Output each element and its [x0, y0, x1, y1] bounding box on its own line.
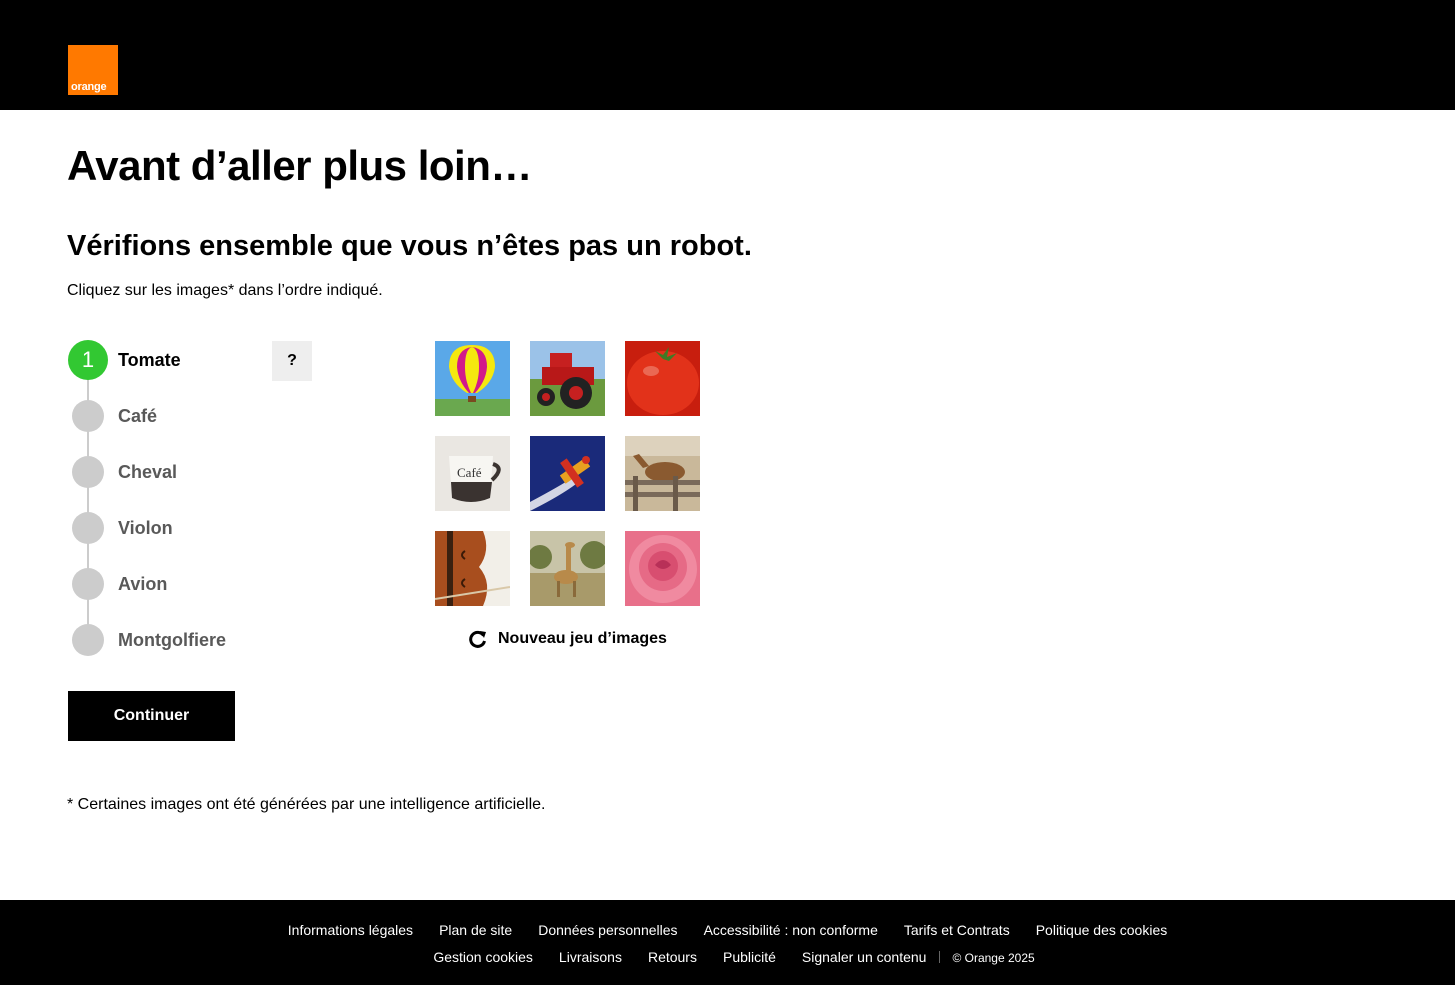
continue-button[interactable]: Continuer — [68, 691, 235, 741]
step-dot — [72, 400, 104, 432]
footer-link-accessibilite[interactable]: Accessibilité : non conforme — [704, 922, 878, 938]
image-tile-avion[interactable] — [530, 436, 605, 511]
footer-copyright: © Orange 2025 — [952, 951, 1035, 965]
refresh-icon — [469, 630, 486, 648]
step-label: Café — [118, 406, 158, 426]
page-title: Avant d’aller plus loin… — [67, 142, 532, 189]
captcha-steps-list: 1 Tomate Café Cheval Violon Avion Montgo… — [68, 340, 268, 660]
step-dot — [72, 624, 104, 656]
help-button[interactable]: ? — [272, 341, 312, 381]
orange-logo[interactable]: orange — [68, 45, 118, 95]
refresh-images-button[interactable]: Nouveau jeu d’images — [468, 628, 667, 650]
footer-link-plan-de-site[interactable]: Plan de site — [439, 922, 512, 938]
footer-link-retours[interactable]: Retours — [648, 949, 697, 965]
cup-caption: Café — [457, 465, 482, 480]
step-cheval: Cheval — [68, 452, 268, 492]
footer-link-gestion-cookies[interactable]: Gestion cookies — [433, 949, 533, 965]
image-tile-tracteur[interactable] — [530, 341, 605, 416]
image-tile-rose[interactable] — [625, 531, 700, 606]
logo-text: orange — [71, 81, 107, 93]
footer-links-row-2: Gestion cookies Livraisons Retours Publicit… — [0, 948, 1455, 967]
image-tile-tomate[interactable] — [625, 341, 700, 416]
step-tomate: 1 Tomate — [68, 340, 268, 380]
instruction-text: Cliquez sur les images* dans l’ordre ind… — [67, 282, 383, 299]
footer-link-signaler-contenu[interactable]: Signaler un contenu — [802, 949, 927, 965]
refresh-label: Nouveau jeu d’images — [498, 630, 667, 647]
image-tile-cheval[interactable] — [625, 436, 700, 511]
step-label: Avion — [118, 574, 168, 594]
step-dot — [72, 456, 104, 488]
step-label: Cheval — [118, 462, 178, 482]
plane-image — [530, 436, 605, 511]
footer-link-politique-cookies[interactable]: Politique des cookies — [1036, 922, 1168, 938]
step-avion: Avion — [68, 564, 268, 604]
image-tile-montgolfiere[interactable] — [435, 341, 510, 416]
step-montgolfiere: Montgolfiere — [68, 620, 268, 660]
tomato-image — [625, 341, 700, 416]
page-footer: Informations légales Plan de site Données … — [0, 900, 1455, 985]
captcha-image-grid: Café — [435, 341, 700, 606]
violin-image — [435, 531, 510, 606]
footer-link-tarifs-et-contrats[interactable]: Tarifs et Contrats — [904, 922, 1010, 938]
image-tile-girafe[interactable] — [530, 531, 605, 606]
coffee-cup-image: Café — [435, 436, 510, 511]
top-header: orange — [0, 0, 1455, 110]
step-label: Montgolfiere — [118, 630, 226, 650]
horse-image — [625, 436, 700, 511]
footer-link-livraisons[interactable]: Livraisons — [559, 949, 622, 965]
footer-links-row-1: Informations légales Plan de site Données … — [0, 921, 1455, 939]
footer-link-publicite[interactable]: Publicité — [723, 949, 776, 965]
step-dot — [72, 512, 104, 544]
ai-footnote: * Certaines images ont été générées par … — [67, 796, 546, 813]
rose-image — [625, 531, 700, 606]
step-violon: Violon — [68, 508, 268, 548]
page-subtitle: Vérifions ensemble que vous n’êtes pas u… — [67, 230, 752, 262]
balloon-image — [435, 341, 510, 416]
step-number-badge: 1 — [68, 340, 108, 380]
step-label: Tomate — [118, 350, 181, 370]
tractor-image — [530, 341, 605, 416]
giraffe-image — [530, 531, 605, 606]
image-tile-violon[interactable] — [435, 531, 510, 606]
step-dot — [72, 568, 104, 600]
step-cafe: Café — [68, 396, 268, 436]
step-label: Violon — [118, 518, 173, 538]
footer-link-donnees-personnelles[interactable]: Données personnelles — [538, 922, 677, 938]
image-tile-cafe[interactable]: Café — [435, 436, 510, 511]
footer-link-informations-legales[interactable]: Informations légales — [288, 922, 413, 938]
footer-divider — [939, 951, 941, 963]
